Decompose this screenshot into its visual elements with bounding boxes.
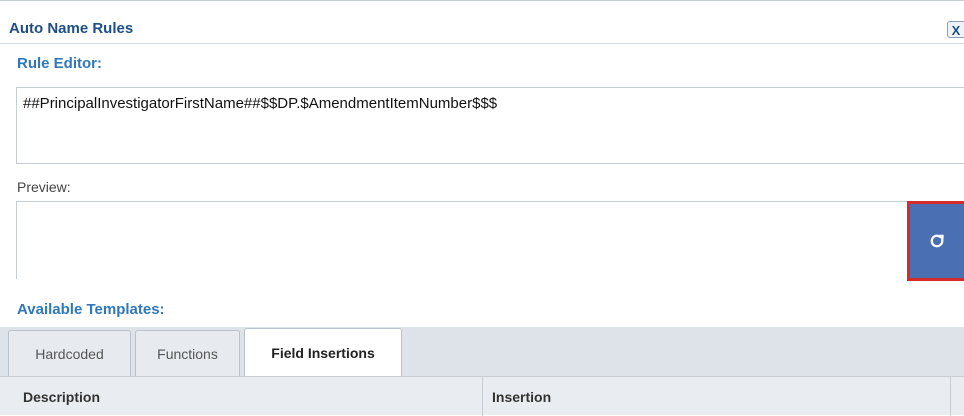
tab-functions[interactable]: Functions xyxy=(135,330,240,376)
available-templates-label: Available Templates: xyxy=(17,301,165,318)
refresh-icon xyxy=(930,234,944,248)
tab-hardcoded[interactable]: Hardcoded xyxy=(8,330,131,376)
tab-label: Functions xyxy=(157,345,218,362)
column-header-extra xyxy=(950,377,964,416)
close-icon: X xyxy=(951,23,961,38)
rule-editor-textarea[interactable]: ##PrincipalInvestigatorFirstName##$$DP.$… xyxy=(16,87,964,164)
dialog-title: Auto Name Rules xyxy=(9,20,134,37)
dialog-titlebar: Auto Name Rules X xyxy=(0,1,964,44)
refresh-preview-button[interactable] xyxy=(907,201,964,281)
rule-editor-label: Rule Editor: xyxy=(17,55,102,72)
templates-table-header: Description Insertion xyxy=(0,376,964,416)
tab-label: Field Insertions xyxy=(271,344,375,361)
tab-label: Hardcoded xyxy=(35,345,104,362)
preview-label: Preview: xyxy=(17,179,71,195)
column-header-insertion[interactable]: Insertion xyxy=(482,377,950,416)
preview-field xyxy=(16,201,964,279)
column-header-description[interactable]: Description xyxy=(14,377,482,416)
tab-field-insertions[interactable]: Field Insertions xyxy=(244,328,402,376)
close-button[interactable]: X xyxy=(947,21,964,38)
auto-name-rules-dialog: Auto Name Rules X Rule Editor: ##Princip… xyxy=(0,0,964,416)
